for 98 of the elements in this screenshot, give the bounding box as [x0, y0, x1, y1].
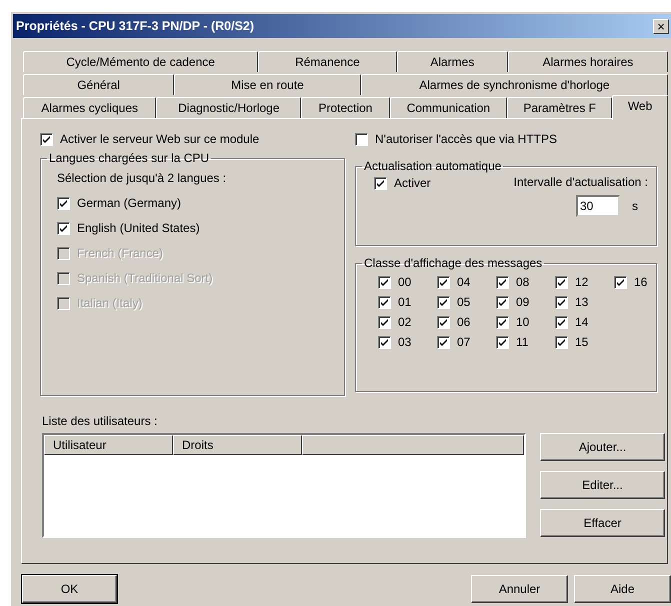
checkbox[interactable] — [378, 276, 391, 288]
check-icon — [439, 318, 448, 326]
checkbox[interactable] — [496, 316, 509, 328]
checkbox[interactable] — [614, 276, 627, 288]
checkbox[interactable] — [555, 276, 568, 288]
check-icon — [498, 318, 507, 326]
tab[interactable]: Protection — [301, 97, 390, 118]
tab[interactable]: Alarmes — [396, 51, 508, 72]
dialog-button[interactable]: OK — [22, 575, 117, 603]
check-icon — [59, 198, 68, 208]
check-icon — [59, 224, 68, 232]
dialog-button[interactable]: Aide — [574, 575, 671, 603]
checkbox[interactable] — [555, 296, 568, 308]
check-icon — [380, 338, 389, 346]
tab[interactable]: Rémanence — [258, 51, 397, 72]
class-label: 13 — [575, 295, 588, 309]
check-icon — [498, 338, 507, 346]
tab[interactable]: Communication — [390, 97, 508, 118]
class-label: 02 — [398, 315, 412, 329]
class-label: 07 — [457, 335, 470, 349]
language-label: German (Germany) — [77, 196, 182, 210]
tab[interactable]: Général — [23, 74, 174, 95]
tab[interactable]: Mise en route — [174, 74, 361, 95]
checkbox[interactable] — [496, 276, 509, 288]
check-icon — [498, 298, 507, 306]
check-icon — [439, 338, 448, 346]
list-button[interactable]: Ajouter... — [540, 433, 665, 461]
class-label: 04 — [457, 275, 470, 289]
list-button[interactable]: Editer... — [540, 471, 665, 499]
column-header[interactable] — [302, 435, 524, 455]
interval-field[interactable]: 30 — [576, 195, 620, 217]
class-label: 09 — [516, 295, 530, 309]
check-icon — [42, 134, 51, 144]
language-label: English (United States) — [77, 221, 200, 235]
user-list[interactable]: Utilisateur Droits — [42, 433, 526, 538]
tab[interactable]: Alarmes horaires — [508, 51, 668, 72]
checkbox[interactable] — [555, 316, 568, 328]
hint-text: Sélection de jusqu'à 2 langues : — [57, 171, 228, 185]
checkbox-label: N'autoriser l'accès que via HTTPS — [375, 132, 557, 146]
check-icon — [498, 278, 507, 286]
list-label: Liste des utilisateurs : — [42, 414, 158, 428]
checkbox[interactable] — [40, 132, 53, 146]
checkbox[interactable] — [57, 196, 70, 210]
checkbox[interactable] — [496, 336, 509, 348]
checkbox[interactable] — [378, 316, 391, 328]
check-icon — [439, 278, 448, 286]
class-label: 14 — [575, 315, 588, 329]
class-label: 05 — [457, 295, 470, 309]
check-icon — [380, 298, 389, 306]
dialog-button[interactable]: Annuler — [471, 575, 568, 603]
class-label: 06 — [457, 315, 470, 329]
tab[interactable]: Cycle/Mémento de cadence — [23, 51, 258, 72]
checkbox[interactable] — [437, 296, 450, 308]
checkbox[interactable] — [57, 222, 70, 234]
check-icon — [380, 318, 389, 326]
check-icon — [557, 318, 566, 326]
class-label: 12 — [575, 275, 588, 289]
tab[interactable]: Diagnostic/Horloge — [156, 97, 302, 118]
tab[interactable]: Alarmes de synchronisme d'horloge — [360, 74, 668, 95]
unit-label: s — [632, 199, 638, 213]
list-button[interactable]: Effacer — [540, 509, 665, 537]
check-icon — [557, 278, 566, 286]
window-title: Propriétés - CPU 317F-3 PN/DP - (R0/S2) — [15, 19, 254, 33]
group-title: Langues chargées sur la CPU — [48, 151, 210, 165]
checkbox-label: Activer le serveur Web sur ce module — [60, 132, 260, 146]
check-icon — [616, 278, 625, 286]
check-icon — [557, 338, 566, 346]
class-label: 16 — [634, 275, 648, 289]
check-icon — [557, 298, 566, 306]
checkbox[interactable] — [555, 336, 568, 348]
check-icon — [376, 178, 385, 188]
class-label: 08 — [516, 275, 530, 289]
checkbox[interactable] — [355, 132, 368, 146]
checkbox[interactable] — [437, 336, 450, 348]
checkbox[interactable] — [378, 336, 391, 348]
group-title: Actualisation automatique — [363, 159, 502, 173]
close-button[interactable]: × — [653, 18, 669, 34]
tab[interactable]: Alarmes cycliques — [23, 97, 156, 118]
group-title: Classe d'affichage des messages — [363, 256, 544, 270]
checkbox[interactable] — [378, 296, 391, 308]
checkbox[interactable] — [437, 276, 450, 288]
class-label: 15 — [575, 335, 588, 349]
class-label: 03 — [398, 335, 412, 349]
class-label: 01 — [398, 295, 412, 309]
checkbox[interactable] — [496, 296, 509, 308]
checkbox-label: Activer — [394, 176, 431, 190]
check-icon — [439, 298, 448, 306]
checkbox[interactable] — [374, 176, 387, 190]
interval-label: Intervalle d'actualisation : — [514, 175, 648, 189]
tab[interactable]: Web — [612, 95, 668, 120]
checkbox[interactable] — [437, 316, 450, 328]
column-header[interactable]: Droits — [173, 435, 302, 455]
column-header[interactable]: Utilisateur — [44, 435, 173, 455]
check-icon — [380, 278, 389, 286]
class-label: 11 — [516, 335, 528, 349]
class-label: 00 — [398, 275, 412, 289]
class-label: 10 — [516, 315, 530, 329]
tab[interactable]: Paramètres F — [507, 97, 612, 118]
